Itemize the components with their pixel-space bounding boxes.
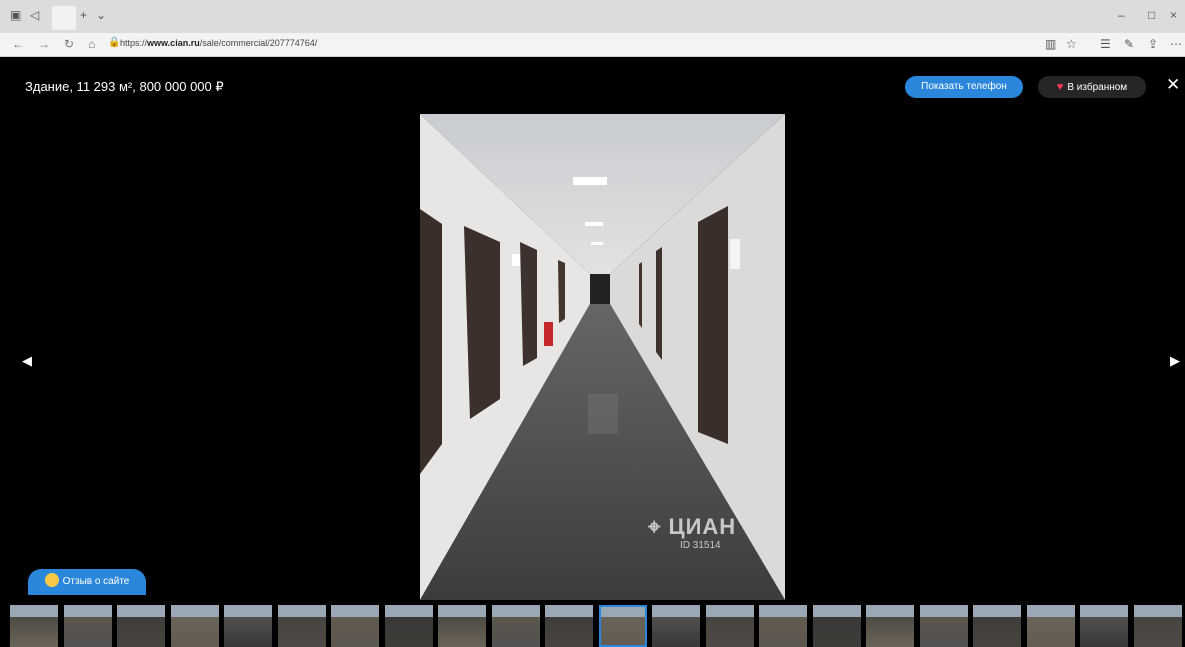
- thumbnail[interactable]: [224, 605, 272, 647]
- share-icon[interactable]: ⇪: [1148, 37, 1158, 51]
- thumbnail[interactable]: [973, 605, 1021, 647]
- watermark-pin-icon: ⌖: [648, 514, 669, 539]
- more-icon[interactable]: ⋯: [1170, 37, 1182, 51]
- lock-icon: 🔒: [108, 37, 121, 48]
- thumbnail[interactable]: [438, 605, 486, 647]
- thumbnail[interactable]: [812, 605, 861, 647]
- heart-icon: ♥: [1056, 81, 1064, 93]
- prev-photo-button[interactable]: ◀: [22, 353, 32, 369]
- close-window-icon[interactable]: ×: [1170, 8, 1177, 22]
- thumbnail[interactable]: [277, 605, 326, 647]
- tab-actions-icon[interactable]: ▣: [10, 8, 21, 22]
- thumbnail[interactable]: [866, 605, 914, 647]
- watermark-id: ID 31514: [680, 540, 721, 551]
- main-photo: ⌖ ЦИАН ID 31514: [420, 114, 785, 600]
- browser-tab-bar: ▣ ◁ + ⌄ – □ ×: [0, 0, 1185, 33]
- reading-view-icon[interactable]: ▥: [1045, 37, 1056, 51]
- watermark: ⌖ ЦИАН ID 31514: [648, 514, 736, 551]
- back-icon[interactable]: ←: [12, 37, 24, 51]
- feedback-button[interactable]: Отзыв о сайте: [28, 569, 146, 595]
- new-tab-icon[interactable]: +: [80, 8, 87, 22]
- feedback-label: Отзыв о сайте: [62, 576, 130, 587]
- thumbnail[interactable]: [1080, 605, 1128, 647]
- thumbnail[interactable]: [759, 605, 807, 647]
- smiley-icon: [44, 573, 59, 587]
- show-phone-button[interactable]: Показать телефон: [905, 76, 1023, 98]
- back-tab-icon[interactable]: ◁: [30, 8, 39, 22]
- favorite-button[interactable]: ♥ В избранном: [1038, 76, 1146, 98]
- thumbnail[interactable]: [1026, 605, 1075, 647]
- thumbnail[interactable]: [384, 605, 433, 647]
- thumbnail[interactable]: [170, 605, 219, 647]
- thumbnail[interactable]: [545, 605, 593, 647]
- thumbnail[interactable]: [63, 605, 112, 647]
- tab-list-chevron-icon[interactable]: ⌄: [96, 8, 106, 22]
- favorites-list-icon[interactable]: ☰: [1100, 37, 1111, 51]
- maximize-icon[interactable]: □: [1148, 8, 1155, 22]
- thumbnail[interactable]: [919, 605, 968, 647]
- refresh-icon[interactable]: ↻: [64, 37, 74, 51]
- close-gallery-button[interactable]: ✕: [1166, 75, 1180, 95]
- browser-tab[interactable]: [52, 6, 76, 30]
- thumbnail[interactable]: [331, 605, 379, 647]
- thumbnail[interactable]: [491, 605, 540, 647]
- thumbnail[interactable]: [598, 605, 647, 647]
- watermark-logo: ЦИАН: [668, 514, 737, 539]
- minimize-icon[interactable]: –: [1118, 8, 1125, 22]
- address-bar: ← → ↻ ⌂ 🔒 https://www.cian.ru/sale/comme…: [0, 33, 1185, 57]
- home-icon[interactable]: ⌂: [88, 37, 95, 51]
- listing-title: Здание, 11 293 м², 800 000 000 ₽: [25, 79, 224, 94]
- next-photo-button[interactable]: ▶: [1170, 353, 1180, 369]
- thumbnail[interactable]: [705, 605, 754, 647]
- thumbnail[interactable]: [10, 605, 58, 647]
- notes-icon[interactable]: ✎: [1124, 37, 1134, 51]
- favorite-star-icon[interactable]: ☆: [1066, 37, 1077, 51]
- thumbnail[interactable]: [117, 605, 165, 647]
- thumbnail[interactable]: [1133, 605, 1182, 647]
- thumbnail-strip: [8, 605, 1185, 647]
- favorite-label: В избранном: [1067, 82, 1128, 93]
- url-field[interactable]: https://www.cian.ru/sale/commercial/2077…: [120, 38, 317, 48]
- forward-icon[interactable]: →: [38, 37, 50, 51]
- thumbnail[interactable]: [652, 605, 700, 647]
- photo-gallery: Здание, 11 293 м², 800 000 000 ₽ Показат…: [8, 57, 1185, 647]
